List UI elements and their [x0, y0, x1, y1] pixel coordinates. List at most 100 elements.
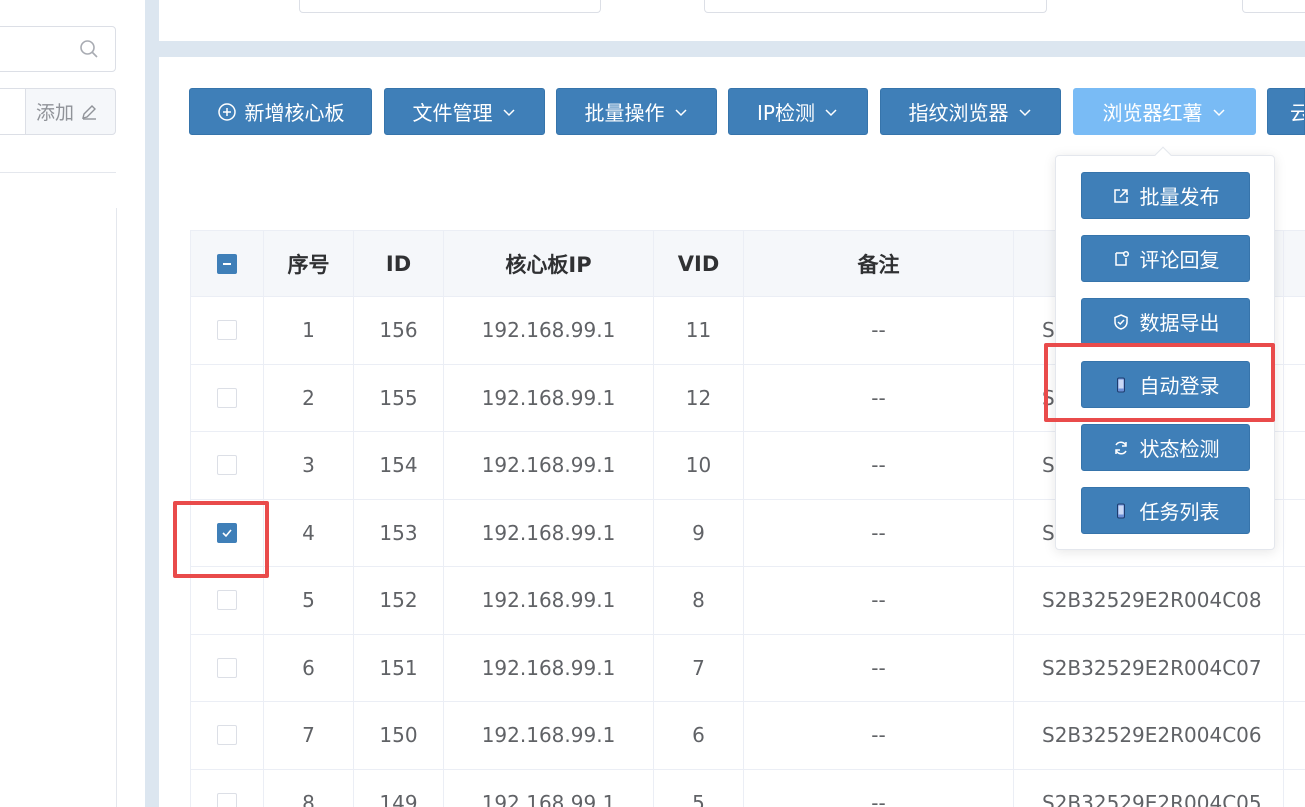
search-icon [80, 40, 98, 58]
cell-ip: 192.168.99.1 [444, 297, 654, 364]
cell-extra [1284, 702, 1305, 769]
cell-ip: 192.168.99.1 [444, 567, 654, 634]
row-select-cell [191, 432, 264, 499]
cell-vid: 11 [654, 297, 744, 364]
row-checkbox[interactable] [217, 657, 237, 678]
dropdown-item-label: 任务列表 [1139, 500, 1220, 524]
row-select-cell [191, 364, 264, 431]
cell-sn: S2B32529E2R004C08 [1014, 567, 1284, 634]
filter-input-3[interactable] [1242, 0, 1305, 13]
cell-remark: -- [744, 567, 1014, 634]
browser-redbook-button[interactable]: 浏览器红薯 [1073, 88, 1256, 135]
dropdown-item-data-export[interactable]: 数据导出 [1081, 298, 1250, 345]
row-checkbox[interactable] [217, 725, 237, 746]
dropdown-item-task-list[interactable]: 任务列表 [1081, 487, 1250, 534]
filter-input-2[interactable] [704, 0, 1047, 13]
cell-remark: -- [744, 769, 1014, 807]
chevron-down-icon [1212, 108, 1225, 116]
table-row[interactable]: 8 149 192.168.99.1 5 -- S2B32529E2R004C05 [191, 769, 1305, 807]
cell-id: 153 [354, 499, 444, 566]
ip-check-button[interactable]: IP检测 [728, 88, 868, 135]
chevron-down-icon [502, 108, 515, 116]
cell-remark: -- [744, 499, 1014, 566]
cell-remark: -- [744, 432, 1014, 499]
table-row[interactable]: 6 151 192.168.99.1 7 -- S2B32529E2R004C07 [191, 634, 1305, 702]
dropdown-item-label: 状态检测 [1139, 437, 1220, 461]
add-input[interactable] [0, 88, 26, 135]
cell-vid: 8 [654, 567, 744, 634]
cell-vid: 9 [654, 499, 744, 566]
header-extra [1284, 231, 1305, 296]
cell-extra [1284, 297, 1305, 364]
cloud-button[interactable]: 云 [1267, 88, 1305, 135]
dropdown-item-label: 数据导出 [1139, 311, 1220, 335]
table-row[interactable]: 7 150 192.168.99.1 6 -- S2B32529E2R004C06 [191, 702, 1305, 770]
cell-extra [1284, 770, 1305, 807]
cell-id: 156 [354, 297, 444, 364]
row-checkbox[interactable] [217, 387, 237, 408]
cell-id: 150 [354, 702, 444, 769]
cell-ip: 192.168.99.1 [444, 634, 654, 701]
dropdown-item-batch-publish[interactable]: 批量发布 [1081, 172, 1250, 219]
cell-ip: 192.168.99.1 [444, 364, 654, 431]
add-button[interactable]: 添加 [25, 88, 116, 135]
chevron-down-icon [674, 108, 687, 116]
header-ip: 核心板IP [444, 231, 654, 296]
left-tree-border [116, 208, 117, 807]
fingerprint-browser-button[interactable]: 指纹浏览器 [880, 88, 1061, 135]
refresh-icon [1114, 440, 1127, 455]
add-core-board-label: 新增核心板 [244, 101, 345, 125]
cell-vid: 7 [654, 634, 744, 701]
row-select-cell [191, 702, 264, 769]
cell-extra [1284, 432, 1305, 499]
row-checkbox[interactable] [217, 320, 237, 341]
header-select-all-cell [191, 231, 264, 296]
search-input[interactable] [0, 26, 116, 72]
cell-extra [1284, 567, 1305, 634]
cell-vid: 10 [654, 432, 744, 499]
select-all-checkbox[interactable] [217, 253, 237, 274]
cell-ip: 192.168.99.1 [444, 432, 654, 499]
row-checkbox[interactable] [217, 590, 237, 611]
cell-index: 3 [264, 432, 354, 499]
header-index: 序号 [264, 231, 354, 296]
left-panel: 添加 [0, 0, 145, 807]
header-remark: 备注 [744, 231, 1014, 296]
row-checkbox[interactable] [217, 455, 237, 476]
cell-id: 149 [354, 769, 444, 807]
cell-id: 154 [354, 432, 444, 499]
cell-ip: 192.168.99.1 [444, 702, 654, 769]
table-row[interactable]: 5 152 192.168.99.1 8 -- S2B32529E2R004C08 [191, 567, 1305, 635]
cell-vid: 5 [654, 769, 744, 807]
add-core-board-button[interactable]: 新增核心板 [189, 88, 372, 135]
header-id: ID [354, 231, 444, 296]
add-button-label: 添加 [36, 102, 75, 124]
cell-index: 2 [264, 364, 354, 431]
row-select-cell [191, 297, 264, 364]
file-management-button[interactable]: 文件管理 [384, 88, 545, 135]
dropdown-item-comment-reply[interactable]: 评论回复 [1081, 235, 1250, 282]
cell-index: 1 [264, 297, 354, 364]
dropdown-item-status-check[interactable]: 状态检测 [1081, 424, 1250, 471]
cell-sn: S2B32529E2R004C06 [1014, 702, 1284, 769]
fingerprint-browser-label: 指纹浏览器 [908, 101, 1009, 125]
cloud-label: 云 [1290, 97, 1304, 126]
row-select-cell [191, 769, 264, 807]
cell-vid: 12 [654, 364, 744, 431]
shield-icon [1113, 313, 1128, 330]
cell-ip: 192.168.99.1 [444, 499, 654, 566]
dropdown-item-label: 批量发布 [1139, 185, 1220, 209]
comment-icon [1114, 250, 1129, 266]
file-management-label: 文件管理 [412, 101, 493, 125]
batch-operation-button[interactable]: 批量操作 [556, 88, 717, 135]
cell-remark: -- [744, 364, 1014, 431]
plus-circle-icon [217, 102, 236, 121]
cell-remark: -- [744, 634, 1014, 701]
cell-extra [1284, 365, 1305, 432]
cell-vid: 6 [654, 702, 744, 769]
cell-index: 6 [264, 634, 354, 701]
row-checkbox[interactable] [217, 792, 237, 807]
external-link-icon [1113, 188, 1128, 203]
filter-input-1[interactable] [299, 0, 601, 13]
header-vid: VID [654, 231, 744, 296]
